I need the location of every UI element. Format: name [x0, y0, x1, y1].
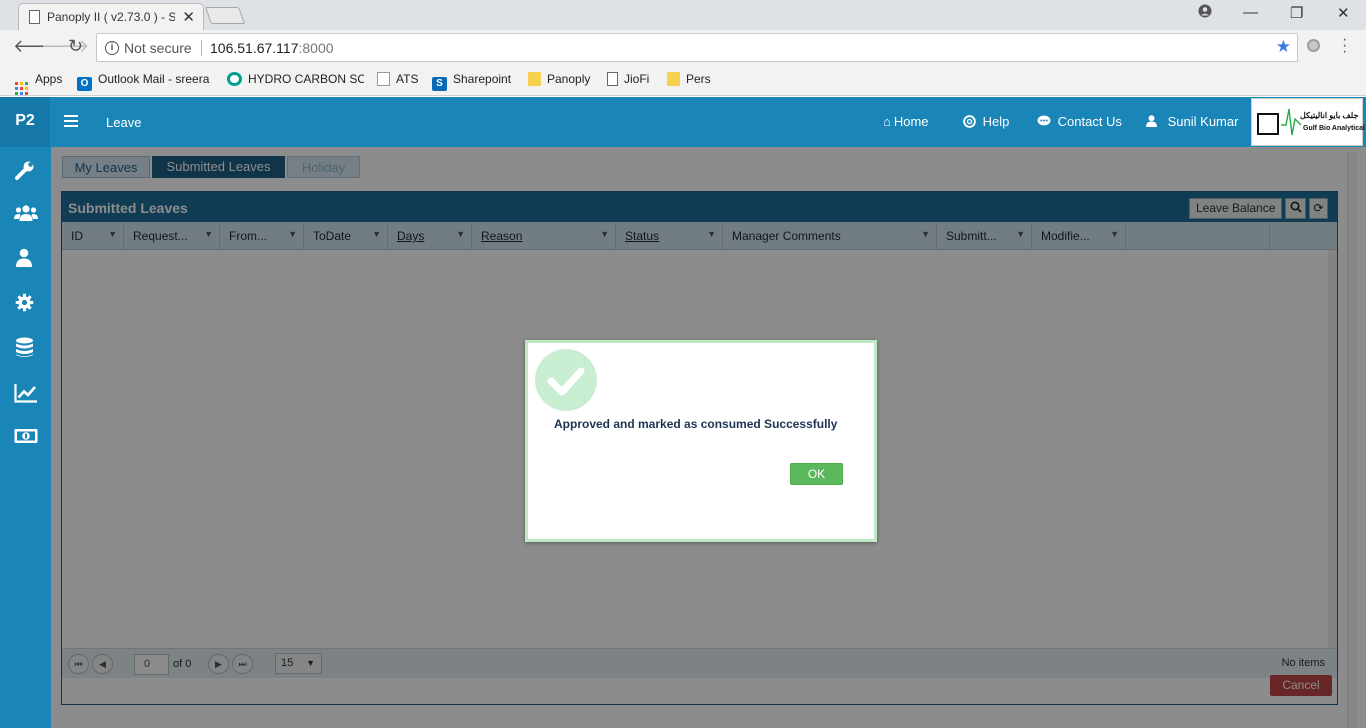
bookmark-label: Apps	[35, 72, 63, 86]
company-logo-mark	[1257, 113, 1279, 135]
chart-icon[interactable]	[14, 383, 37, 406]
app-header: P2 Leave ⌂ Home Help Contact Us Sunil Kum…	[0, 97, 1366, 147]
bookmark-outlook[interactable]: O Outlook Mail - sreera	[77, 72, 209, 91]
company-logo: جلف بايو اناليتيكل Gulf Bio Analytical	[1251, 98, 1365, 146]
bookmark-sharepoint[interactable]: S Sharepoint	[432, 72, 511, 91]
company-logo-arabic: جلف بايو اناليتيكل	[1300, 111, 1359, 120]
dialog-message: Approved and marked as consumed Successf…	[554, 417, 838, 431]
address-separator	[201, 40, 202, 56]
url-host: 106.51.67.117	[210, 40, 299, 56]
nav-user-label: Sunil Kumar	[1167, 114, 1239, 129]
nav-home[interactable]: ⌂ Home	[883, 114, 929, 129]
bookmarks-bar: Apps O Outlook Mail - sreera HYDRO CARBON…	[0, 66, 1366, 96]
sharepoint-icon: S	[432, 77, 447, 91]
database-icon[interactable]	[15, 337, 38, 360]
security-label: Not secure	[124, 40, 192, 56]
nav-home-label: Home	[893, 114, 929, 129]
bookmark-panoply[interactable]: Panoply	[528, 72, 590, 86]
restore-icon[interactable]: ❐	[1290, 4, 1303, 22]
company-logo-english: Gulf Bio Analytical	[1303, 125, 1365, 132]
success-dialog: Approved and marked as consumed Successf…	[525, 340, 877, 542]
browser-menu-icon[interactable]: · · ·	[1342, 32, 1347, 60]
page-icon	[29, 10, 40, 24]
bookmark-star-icon[interactable]: ★	[1276, 37, 1291, 57]
bookmark-pers[interactable]: Pers	[667, 72, 711, 86]
url-port: :8000	[298, 40, 334, 56]
gear-icon[interactable]	[15, 293, 38, 316]
bookmark-label: ATS	[396, 72, 419, 86]
ok-button[interactable]: OK	[790, 463, 843, 485]
extension-icon[interactable]	[1307, 39, 1320, 52]
success-check-icon	[535, 349, 597, 411]
apps-grid-icon	[15, 82, 28, 95]
nav-user[interactable]: Sunil Kumar	[1146, 114, 1238, 129]
reload-icon[interactable]: ↻	[68, 36, 83, 57]
bookmark-hydrocarbon[interactable]: HYDRO CARBON SOL	[227, 72, 364, 86]
bookmark-label: Outlook Mail - sreera	[98, 72, 210, 86]
new-tab-button[interactable]	[204, 7, 246, 24]
module-title: Leave	[106, 115, 142, 130]
sidebar	[0, 147, 51, 728]
wrench-icon[interactable]	[14, 159, 37, 182]
folder-icon	[667, 72, 680, 86]
lifebuoy-icon	[963, 114, 980, 129]
bookmark-label: Sharepoint	[453, 72, 512, 86]
heartbeat-icon	[1281, 108, 1301, 136]
nav-help-label: Help	[982, 114, 1010, 129]
document-icon	[377, 72, 390, 86]
bookmark-label: JioFi	[624, 72, 650, 86]
bookmark-label: Pers	[686, 72, 711, 86]
user-icon	[1146, 114, 1165, 129]
browser-tab[interactable]: Panoply II ( v2.73.0 ) - Sur ✕	[18, 3, 204, 30]
bookmark-apps[interactable]: Apps	[15, 72, 62, 95]
close-tab-icon[interactable]: ✕	[182, 8, 195, 26]
browser-toolbar: 🡐 🡒 ↻ i Not secure 106.51.67.117:8000 ★ …	[0, 30, 1366, 66]
nav-contact[interactable]: Contact Us	[1037, 114, 1122, 129]
browser-titlebar: Panoply II ( v2.73.0 ) - Sur ✕ — ❐ ✕	[0, 0, 1366, 30]
user-icon[interactable]	[16, 248, 39, 271]
profile-icon[interactable]	[1198, 4, 1212, 22]
folder-icon	[528, 72, 541, 86]
page-icon	[607, 72, 618, 86]
outlook-icon: O	[77, 77, 92, 91]
bookmark-label: HYDRO CARBON SOL	[248, 72, 364, 86]
app-logo[interactable]: P2	[0, 97, 50, 147]
bookmark-label: Panoply	[547, 72, 591, 86]
nav-contact-label: Contact Us	[1057, 114, 1122, 129]
address-bar[interactable]: i Not secure 106.51.67.117:8000 ★	[96, 33, 1298, 62]
bookmark-ats[interactable]: ATS	[377, 72, 418, 86]
nav-help[interactable]: Help	[963, 114, 1009, 129]
bookmark-jiofi[interactable]: JioFi	[607, 72, 649, 86]
window-close-icon[interactable]: ✕	[1337, 4, 1350, 22]
chat-icon	[1037, 114, 1055, 129]
home-icon: ⌂	[883, 114, 891, 129]
info-icon[interactable]: i	[105, 41, 119, 55]
hydrocarbon-icon	[227, 72, 242, 86]
tab-title: Panoply II ( v2.73.0 ) - Sur	[47, 10, 175, 24]
minimize-icon[interactable]: —	[1243, 4, 1258, 21]
hamburger-menu-icon[interactable]	[64, 115, 78, 130]
url-text[interactable]: 106.51.67.117:8000	[210, 40, 334, 56]
users-icon[interactable]	[14, 203, 38, 226]
money-icon[interactable]	[14, 428, 38, 451]
